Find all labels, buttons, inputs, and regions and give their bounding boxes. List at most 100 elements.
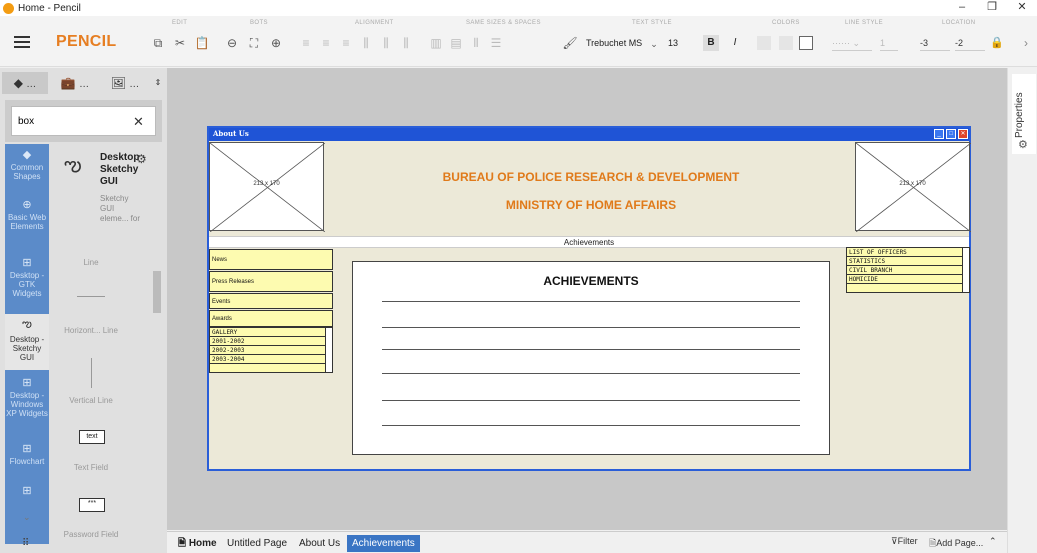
group-label-bots: BOTS	[250, 20, 268, 26]
paste-icon[interactable]: 📋	[194, 35, 210, 51]
shape-scrollbar[interactable]	[153, 246, 161, 546]
left-panel: ◆ … 💼 … 🖼 … ⇕ ✕ ◆ Common Shapes ⊕ Basic …	[0, 68, 167, 553]
note-news[interactable]: News	[209, 249, 333, 270]
gear-icon[interactable]: ⚙	[136, 152, 147, 166]
font-size-field[interactable]: 13	[668, 36, 688, 51]
same-height-icon[interactable]: ▤	[448, 35, 464, 51]
clear-search-icon[interactable]: ✕	[133, 114, 144, 130]
align-left-icon[interactable]: ≡	[298, 35, 314, 51]
same-width-icon[interactable]: ▥	[428, 35, 444, 51]
horizontal-line-preview	[77, 296, 105, 297]
chevron-down-icon[interactable]: ⌄	[646, 36, 662, 52]
shape-vertical-line[interactable]: Vertical Line	[56, 396, 126, 405]
achievements-panel[interactable]: ACHIEVEMENTS	[352, 261, 830, 455]
zoom-out-icon[interactable]: ⊖	[224, 35, 240, 51]
zoom-in-icon[interactable]: ⊕	[268, 35, 284, 51]
gallery-listbox[interactable]: GALLERY 2001-2002 2002-2003 2003-2004	[209, 327, 333, 373]
italic-button[interactable]: I	[727, 35, 743, 51]
page-tabs-bar: 🗎 Home Untitled Page About Us Achievemen…	[167, 531, 1007, 553]
fill-color-swatch[interactable]	[779, 36, 793, 50]
minimize-button[interactable]: –	[947, 0, 977, 16]
cut-icon[interactable]: ✂	[172, 35, 188, 51]
chevron-up-icon[interactable]: ⌃	[989, 536, 997, 547]
grid-icon: ⊞	[22, 485, 32, 497]
align-middle-icon[interactable]: ⫼	[378, 35, 394, 51]
menu-icon[interactable]	[14, 36, 30, 48]
list-item[interactable]: GALLERY	[210, 328, 332, 337]
collection-windows-xp[interactable]: ⊞ Desktop - Windows XP Widgets	[5, 376, 49, 440]
align-top-icon[interactable]: ⫼	[358, 35, 374, 51]
mockup-window[interactable]: About Us _ □ ✕ 213 x 170 213 x 170 BUREA…	[207, 126, 971, 471]
note-awards[interactable]: Awards	[209, 310, 333, 327]
apps-grid-icon[interactable]: ⠿	[22, 538, 29, 549]
listbox-scrollbar[interactable]	[962, 248, 969, 292]
close-button[interactable]: ✕	[1007, 0, 1037, 16]
line-style-select[interactable]: ⋯⋯ ⌄	[832, 36, 872, 51]
tab-private-collections[interactable]: 💼 …	[52, 72, 98, 94]
list-item[interactable]: 2003-2004	[210, 355, 332, 364]
fit-icon[interactable]: ⛶	[246, 35, 262, 51]
list-item[interactable]: 2002-2003	[210, 346, 332, 355]
shape-line[interactable]: Line	[56, 258, 126, 267]
content-line	[382, 400, 800, 401]
mockup-titlebar: About Us _ □ ✕	[209, 128, 969, 141]
collection-flowchart[interactable]: ⊞ Flowchart	[5, 442, 49, 478]
bold-button[interactable]: B	[703, 35, 719, 51]
note-events[interactable]: Events	[209, 293, 333, 309]
list-item[interactable]: CIVIL BRANCH	[847, 266, 969, 275]
chevron-right-icon[interactable]: ›	[1018, 35, 1034, 51]
align-right-icon[interactable]: ≡	[338, 35, 354, 51]
border-color-swatch[interactable]	[799, 36, 813, 50]
grid-icon: ⊞	[22, 377, 32, 389]
tab-collections[interactable]: ◆ …	[2, 72, 48, 94]
content-line	[382, 349, 800, 350]
space-h-icon[interactable]: ⫴	[468, 35, 484, 51]
format-painter-icon[interactable]: 🖌	[562, 35, 578, 51]
collection-more[interactable]: ⊞	[5, 484, 49, 508]
tab-home[interactable]: 🗎 Home	[173, 535, 222, 552]
properties-label: Properties	[1014, 92, 1025, 138]
collection-basic-web[interactable]: ⊕ Basic Web Elements	[5, 198, 49, 252]
globe-icon: ⊕	[22, 199, 32, 211]
copy-icon[interactable]: ⧉	[150, 35, 166, 51]
line-width-field[interactable]: 1	[880, 36, 898, 51]
align-center-icon[interactable]: ≡	[318, 35, 334, 51]
tab-achievements[interactable]: Achievements	[347, 535, 420, 552]
properties-tab[interactable]: Properties ⚙	[1012, 74, 1036, 154]
shape-horizontal-line[interactable]: Horizont... Line	[56, 326, 126, 335]
text-color-swatch[interactable]	[757, 36, 771, 50]
tab-about-us[interactable]: About Us	[294, 535, 345, 552]
location-x-field[interactable]: -3	[920, 36, 950, 51]
shape-password-field[interactable]: Password Field	[56, 530, 126, 539]
panel-pin-icon[interactable]: ⇕	[152, 72, 164, 94]
squiggle-icon: ఌ	[64, 154, 82, 176]
shape-text-field[interactable]: Text Field	[56, 463, 126, 472]
location-y-field[interactable]: -2	[955, 36, 985, 51]
list-item[interactable]: 2001-2002	[210, 337, 332, 346]
note-press-releases[interactable]: Press Releases	[209, 271, 333, 292]
content-line	[382, 301, 800, 302]
collection-sketchy-gui[interactable]: ఌ Desktop - Sketchy GUI	[5, 314, 49, 370]
filter-button[interactable]: ⊽Filter	[891, 536, 918, 547]
add-page-button[interactable]: 🗎Add Page...	[929, 536, 983, 552]
tab-untitled-page[interactable]: Untitled Page	[222, 535, 292, 552]
list-item[interactable]: HOMICIDE	[847, 275, 969, 284]
officers-listbox[interactable]: LIST OF OFFICERS STATISTICS CIVIL BRANCH…	[846, 247, 970, 293]
lock-icon[interactable]: 🔒	[990, 36, 1004, 49]
placeholder-cross-icon	[856, 143, 971, 232]
image-placeholder-right[interactable]: 213 x 170	[855, 142, 971, 232]
list-item[interactable]: LIST OF OFFICERS	[847, 248, 969, 257]
image-placeholder-left[interactable]: 213 x 170	[209, 142, 325, 232]
collection-gtk[interactable]: ⊞ Desktop - GTK Widgets	[5, 256, 49, 312]
maximize-button[interactable]: ❐	[977, 0, 1007, 16]
scroll-thumb[interactable]	[153, 271, 161, 313]
content-title: ACHIEVEMENTS	[543, 274, 639, 288]
list-item[interactable]: STATISTICS	[847, 257, 969, 266]
scroll-down-icon[interactable]: ⌄	[23, 512, 31, 523]
listbox-scrollbar[interactable]	[325, 328, 332, 372]
align-bottom-icon[interactable]: ⫼	[398, 35, 414, 51]
collection-common-shapes[interactable]: ◆ Common Shapes	[5, 148, 49, 196]
tab-images[interactable]: 🖼 …	[102, 72, 148, 94]
space-v-icon[interactable]: ☰	[488, 35, 504, 51]
content-line	[382, 327, 800, 328]
